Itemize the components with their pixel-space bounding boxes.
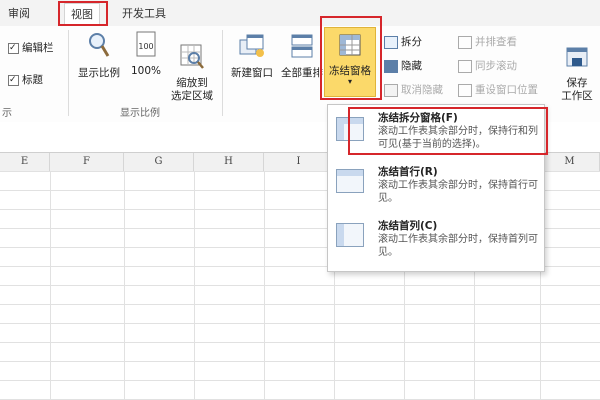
hide-icon xyxy=(384,59,398,73)
column-gridline xyxy=(50,171,51,400)
page-100-icon: 100 xyxy=(136,31,156,57)
split-label: 拆分 xyxy=(401,36,422,48)
zoom-group-label: 显示比例 xyxy=(120,108,160,119)
menu-item-title: 冻结首行(R) xyxy=(378,166,438,178)
menu-item-title: 冻结首列(C) xyxy=(378,220,438,232)
menu-item-freeze-first-column[interactable]: 冻结首列(C) 滚动工作表其余部分时，保持首列可见。 xyxy=(328,215,544,269)
menu-item-description: 滚动工作表其余部分时，保持首行可见。 xyxy=(378,180,538,204)
svg-text:100: 100 xyxy=(138,42,153,51)
view-side-by-side-button[interactable]: 并排查看 xyxy=(458,34,517,50)
headings-label: 标题 xyxy=(22,74,43,86)
zoom-100-button[interactable]: 100 100% xyxy=(128,30,164,77)
row-gridline xyxy=(0,285,600,286)
zoom-selection-icon xyxy=(180,44,204,69)
checkbox-checked-icon xyxy=(8,72,19,88)
tab-view-highlight xyxy=(58,1,108,26)
unhide-icon xyxy=(384,83,398,97)
column-header[interactable]: M xyxy=(540,153,600,171)
group-separator xyxy=(68,30,69,116)
reset-window-position-button[interactable]: 重设窗口位置 xyxy=(458,82,538,98)
headings-checkbox[interactable]: 标题 xyxy=(8,72,43,88)
unhide-button[interactable]: 取消隐藏 xyxy=(384,82,443,98)
group-separator xyxy=(222,30,223,116)
freeze-panes-menu: 冻结拆分窗格(F) 滚动工作表其余部分时，保持行和列可见(基于当前的选择)。 冻… xyxy=(327,104,548,272)
ribbon-tab-bar: 审阅 视图 开发工具 xyxy=(0,0,600,27)
tab-developer[interactable]: 开发工具 xyxy=(122,5,166,23)
checkbox-checked-icon xyxy=(8,40,19,56)
zoom-label: 显示比例 xyxy=(78,67,120,79)
column-header[interactable]: G xyxy=(124,153,194,171)
column-gridline xyxy=(264,171,265,400)
row-gridline xyxy=(0,342,600,343)
row-gridline xyxy=(0,304,600,305)
sync-scroll-icon xyxy=(458,59,472,73)
formula-bar-checkbox[interactable]: 编辑栏 xyxy=(8,40,54,56)
new-window-button[interactable]: 新建窗口 xyxy=(226,32,278,80)
arrange-all-button[interactable]: 全部重排 xyxy=(279,32,325,80)
column-header[interactable]: H xyxy=(194,153,264,171)
freeze-top-row-icon xyxy=(336,169,364,193)
sync-scroll-label: 同步滚动 xyxy=(475,60,517,72)
magnifier-icon xyxy=(89,33,110,57)
zoom-100-label: 100% xyxy=(130,65,162,77)
freeze-panes-highlight xyxy=(320,16,382,100)
zoom-to-selection-label: 缩放到 选定区域 xyxy=(171,77,213,102)
arrange-all-label: 全部重排 xyxy=(281,67,323,79)
show-group-label: 示 xyxy=(2,108,12,119)
zoom-to-selection-button[interactable]: 缩放到 选定区域 xyxy=(166,30,218,116)
menu-item-freeze-top-row[interactable]: 冻结首行(R) 滚动工作表其余部分时，保持首行可见。 xyxy=(328,161,544,215)
column-gridline xyxy=(124,171,125,400)
row-gridline xyxy=(0,361,600,362)
reset-position-icon xyxy=(458,83,472,97)
column-header[interactable]: I xyxy=(264,153,334,171)
row-gridline xyxy=(0,323,600,324)
save-workspace-button[interactable]: 保存 工作区 xyxy=(556,32,598,116)
column-header[interactable]: E xyxy=(0,153,50,171)
new-window-icon xyxy=(239,34,264,57)
split-button[interactable]: 拆分 xyxy=(384,34,422,50)
menu-item-description: 滚动工作表其余部分时，保持首列可见。 xyxy=(378,234,538,258)
column-gridline xyxy=(194,171,195,400)
zoom-button[interactable]: 显示比例 xyxy=(74,30,124,80)
unhide-label: 取消隐藏 xyxy=(401,84,443,96)
menu-item-highlight xyxy=(348,107,548,155)
reset-window-position-label: 重设窗口位置 xyxy=(475,84,538,96)
hide-label: 隐藏 xyxy=(401,60,422,72)
row-gridline xyxy=(0,380,600,381)
hide-button[interactable]: 隐藏 xyxy=(384,58,422,74)
column-header[interactable]: F xyxy=(50,153,124,171)
save-workspace-label: 保存 工作区 xyxy=(561,77,593,102)
split-icon xyxy=(384,35,398,49)
view-side-by-side-label: 并排查看 xyxy=(475,36,517,48)
side-by-side-icon xyxy=(458,35,472,49)
new-window-label: 新建窗口 xyxy=(231,67,273,79)
tab-review[interactable]: 审阅 xyxy=(8,5,30,23)
formula-bar-label: 编辑栏 xyxy=(22,42,54,54)
freeze-first-column-icon xyxy=(336,223,364,247)
arrange-all-icon xyxy=(291,34,313,58)
save-workspace-icon xyxy=(566,47,588,67)
sync-scroll-button[interactable]: 同步滚动 xyxy=(458,58,517,74)
